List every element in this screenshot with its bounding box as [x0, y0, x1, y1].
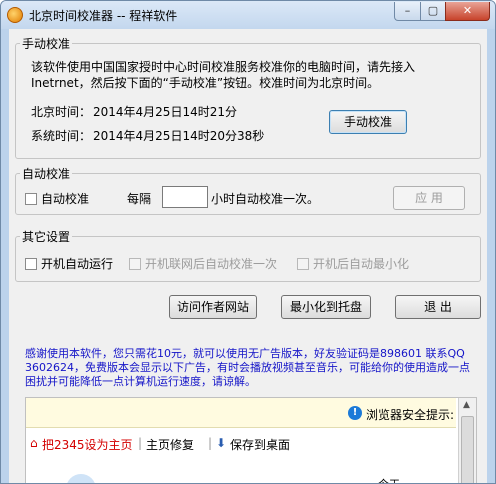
title-bar[interactable]: 北京时间校准器 -- 程祥软件 – ▢ ✕ — [1, 1, 495, 29]
browser-link-bar: ⌂ 把2345设为主页 | 主页修复 | ⬇ 保存到桌面 — [26, 432, 456, 454]
clock-app-icon — [7, 7, 23, 23]
embedded-ad-browser[interactable]: ! 浏览器安全提示: ⌂ 把2345设为主页 | 主页修复 | ⬇ 保存到桌面 … — [25, 397, 477, 483]
exit-button[interactable]: 退 出 — [395, 295, 481, 319]
window-title: 北京时间校准器 -- 程祥软件 — [29, 9, 178, 23]
visit-author-site-button[interactable]: 访问作者网站 — [169, 295, 257, 319]
browser-security-tip[interactable]: 浏览器安全提示: — [366, 406, 454, 423]
info-icon: ! — [348, 406, 362, 420]
auto-group-legend: 自动校准 — [22, 167, 71, 181]
client-area: 手动校准 该软件使用中国国家授时中心时间校准服务校准你的电脑时间，请先接入Ine… — [9, 29, 487, 483]
network-calibrate-checkbox[interactable]: 开机联网后自动校准一次 — [129, 255, 277, 272]
manual-calibrate-button[interactable]: 手动校准 — [329, 110, 407, 134]
download-icon: ⬇ — [216, 436, 227, 450]
auto-minimize-checkbox[interactable]: 开机后自动最小化 — [297, 255, 409, 272]
browser-info-bar[interactable]: ! 浏览器安全提示: — [26, 398, 456, 428]
auto-calibrate-checkbox-label: 自动校准 — [41, 192, 90, 206]
apply-button[interactable]: 应 用 — [393, 186, 465, 210]
maximize-button[interactable]: ▢ — [420, 2, 446, 21]
home-icon: ⌂ — [30, 436, 38, 450]
auto-calibrate-checkbox-box[interactable] — [25, 193, 37, 205]
interval-hours-input[interactable] — [162, 186, 208, 208]
home-repair-link[interactable]: 主页修复 — [146, 436, 194, 453]
link-separator: | — [208, 436, 213, 450]
scrollbar-thumb[interactable] — [461, 416, 474, 483]
system-time-value: 2014年4月25日14时20分38秒 — [93, 129, 265, 143]
ad-notice-text: 感谢使用本软件，您只需花10元，就可以使用无广告版本，好友验证码是898601 … — [25, 347, 470, 388]
interval-suffix-label: 小时自动校准一次。 — [211, 192, 320, 206]
app-window: 北京时间校准器 -- 程祥软件 – ▢ ✕ 手动校准 该软件使用中国国家授时中心… — [0, 0, 496, 484]
partial-logo-icon — [66, 474, 96, 483]
manual-group-legend: 手动校准 — [22, 37, 71, 51]
network-calibrate-checkbox-label: 开机联网后自动校准一次 — [145, 257, 278, 271]
beijing-time-label: 北京时间： — [31, 105, 92, 119]
minimize-to-tray-button[interactable]: 最小化到托盘 — [281, 295, 371, 319]
browser-scrollbar[interactable]: ▲ — [458, 398, 476, 483]
every-label: 每隔 — [127, 192, 152, 206]
scroll-up-icon[interactable]: ▲ — [463, 400, 470, 410]
minimize-button[interactable]: – — [394, 2, 421, 21]
auto-minimize-checkbox-label: 开机后自动最小化 — [313, 257, 410, 271]
startup-checkbox-box[interactable] — [25, 258, 37, 270]
set-home-link[interactable]: 把2345设为主页 — [42, 436, 133, 453]
startup-checkbox[interactable]: 开机自动运行 — [25, 255, 113, 272]
startup-checkbox-label: 开机自动运行 — [41, 257, 114, 271]
close-button[interactable]: ✕ — [445, 2, 490, 21]
manual-description: 该软件使用中国国家授时中心时间校准服务校准你的电脑时间，请先接入Inetrnet… — [31, 60, 416, 90]
network-calibrate-checkbox-box[interactable] — [129, 258, 141, 270]
other-group-legend: 其它设置 — [22, 230, 71, 244]
auto-minimize-checkbox-box[interactable] — [297, 258, 309, 270]
save-to-desktop-link[interactable]: 保存到桌面 — [230, 436, 290, 453]
beijing-time-value: 2014年4月25日14时21分 — [93, 105, 237, 119]
partial-weather-text: 今天 — [378, 476, 400, 483]
system-time-label: 系统时间： — [31, 129, 92, 143]
auto-calibrate-checkbox[interactable]: 自动校准 — [25, 190, 89, 207]
link-separator: | — [138, 436, 143, 450]
